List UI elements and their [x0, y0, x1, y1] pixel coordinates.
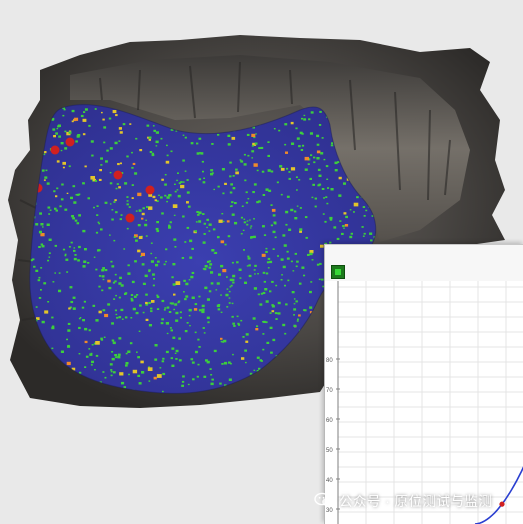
y-tick-label: 40 [326, 478, 333, 484]
panel-toolbar [325, 245, 523, 282]
green-square-icon[interactable] [331, 265, 345, 279]
watermark-text: 公众号 · 原位测试与监测 [339, 494, 493, 509]
wechat-icon [314, 492, 333, 507]
curve-marker [499, 501, 505, 507]
y-tick-label: 70 [326, 388, 333, 394]
y-tick-label: 50 [326, 448, 333, 454]
watermark: 公众号 · 原位测试与监测 [314, 488, 493, 512]
y-tick-label: 60 [326, 418, 333, 424]
y-tick-label: 80 [326, 358, 333, 364]
chart-panel[interactable]: 80 70 60 50 40 30 [324, 244, 523, 524]
